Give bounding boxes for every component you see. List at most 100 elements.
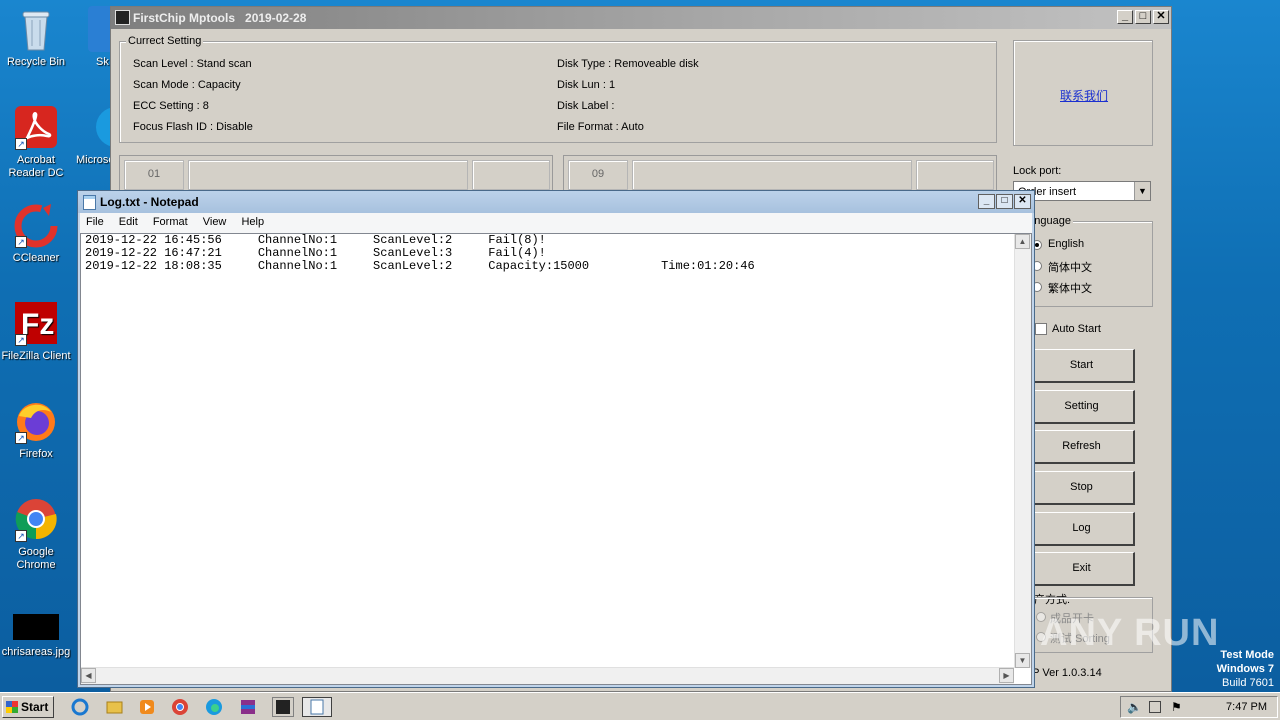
system-tray: 🔈 ⚑ 7:47 PM — [1120, 696, 1278, 718]
desktop-icon-chrome[interactable]: ↗ Google Chrome — [0, 496, 72, 572]
ecc-setting-text: ECC Setting : 8 — [133, 100, 209, 112]
current-setting-group: Currect Setting Scan Level : Stand scan … — [119, 35, 997, 143]
mptools-title-bar[interactable]: FirstChip Mptools 2019-02-28 _ □ ✕ — [111, 7, 1171, 29]
language-simplified: 简体中文 — [1048, 262, 1092, 274]
close-button[interactable]: ✕ — [1153, 10, 1169, 24]
shortcut-arrow-icon: ↗ — [15, 334, 27, 346]
language-traditional: 繁体中文 — [1048, 283, 1092, 295]
maximize-button[interactable]: □ — [996, 194, 1013, 209]
recycle-bin-icon — [13, 6, 59, 52]
contact-box: 联系我们 — [1013, 40, 1153, 146]
edge-icon[interactable] — [204, 697, 226, 717]
maximize-button[interactable]: □ — [1135, 10, 1151, 24]
notepad-title: Log.txt - Notepad — [100, 195, 199, 209]
refresh-button[interactable]: Refresh — [1029, 430, 1135, 464]
winrar-icon[interactable] — [238, 697, 260, 717]
horizontal-scrollbar[interactable]: ◀ ▶ — [81, 667, 1014, 684]
disk-type-text: Disk Type : Removeable disk — [557, 58, 699, 70]
disk-lun-text: Disk Lun : 1 — [557, 79, 616, 91]
shortcut-arrow-icon: ↗ — [15, 530, 27, 542]
mptools-app-icon — [115, 10, 130, 25]
desktop-icon-label: Sk — [96, 56, 109, 68]
network-icon[interactable] — [1149, 701, 1161, 713]
start-button[interactable]: Start — [1029, 349, 1135, 383]
desktop-icon-label: Recycle Bin — [6, 56, 66, 68]
close-button[interactable]: ✕ — [1014, 194, 1031, 209]
anyrun-watermark: ANY RUN — [1040, 612, 1220, 654]
notepad-window: Log.txt - Notepad _ □ ✕ File Edit Format… — [77, 190, 1035, 688]
log-button[interactable]: Log — [1029, 512, 1135, 546]
firefox-icon: ↗ — [13, 398, 59, 444]
flag-icon[interactable]: ⚑ — [1171, 700, 1182, 714]
desktop-icon-filezilla[interactable]: Fz ↗ FileZilla Client — [0, 300, 72, 363]
channel-result — [916, 160, 994, 190]
start-button[interactable]: Start — [2, 696, 54, 718]
menu-format[interactable]: Format — [147, 213, 194, 228]
mptools-taskbar-icon[interactable] — [272, 697, 294, 717]
chevron-down-icon[interactable]: ▼ — [1134, 182, 1150, 200]
watermark-line: Build 7601 — [1222, 677, 1274, 689]
mptools-title: FirstChip Mptools 2019-02-28 — [133, 11, 307, 25]
exit-button[interactable]: Exit — [1029, 552, 1135, 586]
focus-flash-text: Focus Flash ID : Disable — [133, 121, 253, 133]
desktop-icon-label: chrisareas.jpg — [1, 646, 71, 658]
media-player-icon[interactable] — [137, 697, 159, 717]
file-format-text: File Format : Auto — [557, 121, 644, 133]
desktop-icon-chrisareas[interactable]: chrisareas.jpg — [0, 614, 72, 659]
desktop-icon-label: Google Chrome — [16, 546, 56, 571]
scroll-right-icon[interactable]: ▶ — [999, 668, 1014, 683]
ccleaner-icon: ↗ — [13, 202, 59, 248]
notepad-icon — [83, 195, 96, 210]
contact-us-link[interactable]: 联系我们 — [1060, 87, 1108, 104]
notepad-taskbar-icon[interactable] — [302, 697, 332, 717]
desktop-icon-label: FileZilla Client — [1, 350, 71, 362]
desktop-icon-recycle-bin[interactable]: Recycle Bin — [0, 6, 72, 69]
menu-view[interactable]: View — [197, 213, 233, 228]
log-line: 2019-12-22 18:08:35 ChannelNo:1 ScanLeve… — [85, 259, 755, 273]
notepad-menu-bar: File Edit Format View Help — [80, 213, 1032, 233]
clock[interactable]: 7:47 PM — [1226, 701, 1267, 713]
scroll-left-icon[interactable]: ◀ — [81, 668, 96, 683]
scroll-down-icon[interactable]: ▼ — [1015, 653, 1030, 668]
stop-button[interactable]: Stop — [1029, 471, 1135, 505]
setting-button[interactable]: Setting — [1029, 390, 1135, 424]
minimize-button[interactable]: _ — [978, 194, 995, 209]
language-english: English — [1048, 238, 1085, 250]
ie-icon[interactable] — [70, 697, 92, 717]
desktop-icon-label: Microso — [76, 154, 115, 166]
auto-start-label: Auto Start — [1052, 323, 1101, 335]
desktop-icon-label: Firefox — [19, 448, 53, 460]
channel-result — [472, 160, 550, 190]
menu-file[interactable]: File — [80, 213, 110, 228]
notepad-text-area[interactable]: 2019-12-22 16:45:56 ChannelNo:1 ScanLeve… — [80, 233, 1032, 685]
explorer-icon[interactable] — [104, 697, 126, 717]
test-mode-watermark: Test Mode Windows 7 Build 7601 — [1217, 648, 1274, 690]
desktop-icon-ccleaner[interactable]: ↗ CCleaner — [0, 202, 72, 265]
image-file-icon — [13, 614, 59, 640]
watermark-line: Test Mode — [1220, 649, 1274, 661]
scan-mode-text: Scan Mode : Capacity — [133, 79, 241, 91]
desktop-icon-acrobat[interactable]: ↗ Acrobat Reader DC — [0, 104, 72, 180]
current-setting-label: Currect Setting — [126, 35, 204, 47]
watermark-line: Windows 7 — [1216, 663, 1274, 675]
shortcut-arrow-icon: ↗ — [15, 432, 27, 444]
menu-help[interactable]: Help — [235, 213, 270, 228]
shortcut-arrow-icon: ↗ — [15, 138, 27, 150]
volume-icon[interactable]: 🔈 — [1127, 700, 1142, 714]
menu-edit[interactable]: Edit — [113, 213, 144, 228]
minimize-button[interactable]: _ — [1117, 10, 1133, 24]
auto-start-checkbox[interactable] — [1035, 323, 1047, 335]
chrome-icon[interactable] — [170, 697, 192, 717]
desktop-icon-firefox[interactable]: ↗ Firefox — [0, 398, 72, 461]
channel-number: 09 — [568, 160, 628, 190]
channel-status — [632, 160, 912, 190]
desktop-icon-label: Acrobat Reader DC — [8, 154, 64, 179]
channel-panel-09: 09 — [563, 155, 997, 195]
desktop-icon-label: CCleaner — [12, 252, 60, 264]
vertical-scrollbar[interactable]: ▲ ▼ — [1014, 234, 1031, 668]
disk-label-text: Disk Label : — [557, 100, 615, 112]
notepad-title-bar[interactable]: Log.txt - Notepad _ □ ✕ — [78, 191, 1034, 213]
channel-status — [188, 160, 468, 190]
channel-number: 01 — [124, 160, 184, 190]
scroll-up-icon[interactable]: ▲ — [1015, 234, 1030, 249]
